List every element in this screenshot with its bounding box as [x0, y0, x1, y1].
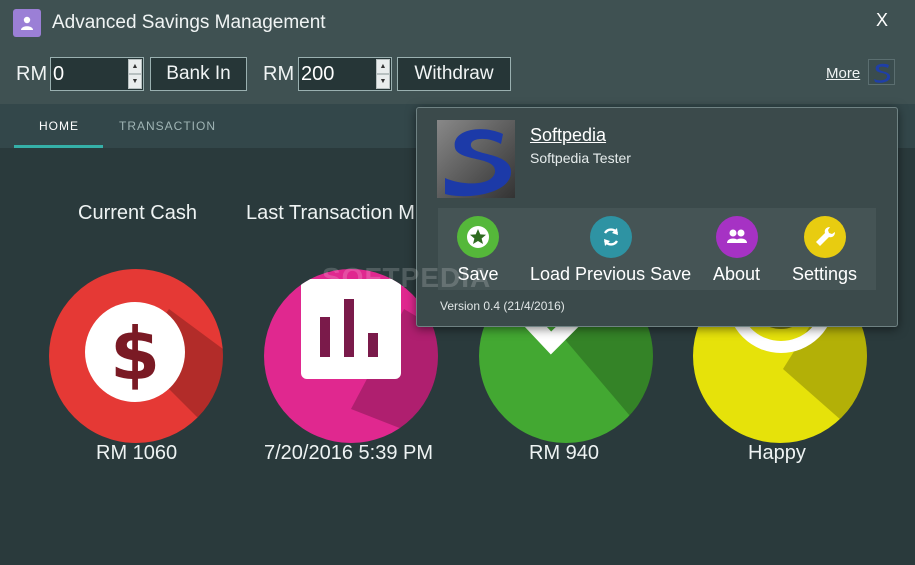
currency-label: RM [16, 63, 48, 85]
user-menu-popup: Softpedia Softpedia Tester Save Load Pre… [416, 107, 898, 327]
spin-up-icon[interactable]: ▲ [128, 59, 142, 74]
user-avatar [437, 120, 515, 198]
user-role: Softpedia Tester [530, 150, 631, 166]
title-and-toolbar: Advanced Savings Management X RM 0 ▲ ▼ B… [0, 0, 915, 104]
settings-label: Settings [792, 264, 858, 284]
load-previous-save-button[interactable]: Load Previous Save [530, 216, 691, 285]
bank-in-spinner[interactable]: ▲ ▼ [128, 59, 142, 89]
chart-icon [301, 279, 438, 443]
bank-in-amount-value: 0 [53, 63, 65, 85]
bank-in-button[interactable]: Bank In [150, 57, 247, 91]
close-button[interactable]: X [876, 10, 888, 31]
wrench-icon [803, 216, 846, 258]
spin-up-icon[interactable]: ▲ [376, 59, 390, 74]
about-button[interactable]: About [713, 216, 760, 285]
user-name-link[interactable]: Softpedia [530, 125, 606, 146]
about-label: About [713, 264, 761, 284]
withdraw-button[interactable]: Withdraw [397, 57, 511, 91]
window-title: Advanced Savings Management [52, 12, 326, 33]
last-transaction-title: Last Transaction M [246, 202, 415, 224]
action-panel: Save Load Previous Save About Settings [438, 208, 876, 290]
last-transaction-badge [264, 269, 438, 443]
softpedia-watermark: SOFTPEDIA [322, 262, 492, 293]
refresh-icon [589, 216, 632, 258]
withdraw-amount-value: 200 [301, 63, 335, 85]
currency-label: RM [263, 63, 295, 85]
app-user-icon [13, 9, 41, 37]
star-icon [457, 216, 499, 258]
svg-text:$: $ [110, 312, 160, 396]
settings-button[interactable]: Settings [792, 216, 857, 285]
version-label: Version 0.4 (21/4/2016) [440, 299, 565, 313]
load-previous-save-label: Load Previous Save [530, 264, 692, 284]
spin-down-icon[interactable]: ▼ [376, 74, 390, 89]
bank-in-amount-input[interactable]: 0 ▲ ▼ [50, 57, 144, 91]
withdraw-amount-input[interactable]: 200 ▲ ▼ [298, 57, 392, 91]
current-cash-badge: $ [49, 269, 223, 443]
current-cash-title: Current Cash [78, 202, 197, 224]
tab-home[interactable]: HOME [39, 119, 79, 133]
softpedia-logo-icon[interactable] [868, 59, 895, 85]
current-cash-value: RM 1060 [96, 442, 178, 464]
dollar-icon: $ [85, 302, 223, 443]
last-transaction-value: 7/20/2016 5:39 PM [264, 442, 434, 464]
withdraw-spinner[interactable]: ▲ ▼ [376, 59, 390, 89]
more-link[interactable]: More [826, 65, 860, 82]
tab-transaction[interactable]: TRANSACTION [119, 119, 216, 133]
active-tab-indicator [14, 145, 103, 148]
people-icon [715, 216, 758, 258]
spin-down-icon[interactable]: ▼ [128, 74, 142, 89]
softpedia-logo-icon [445, 129, 511, 197]
mood-value: Happy [748, 442, 806, 464]
balance-value: RM 940 [529, 442, 600, 464]
